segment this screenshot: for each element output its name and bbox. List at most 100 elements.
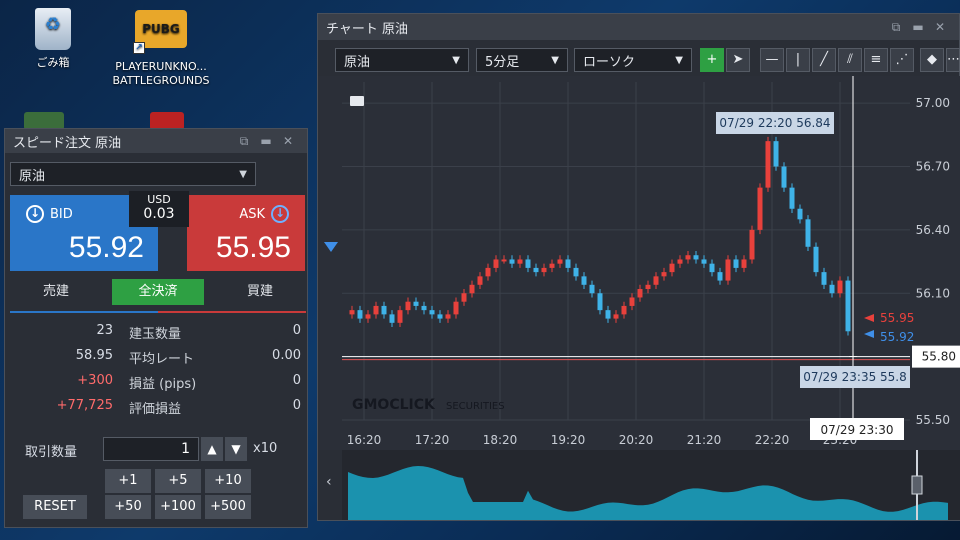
stat-row: +300 損益 (pips) 0 [5,369,309,394]
qty-up-button[interactable]: ▲ [201,437,223,461]
qty-input[interactable]: 1 [103,437,199,461]
candle-body [837,280,843,294]
candle-body [525,259,531,268]
reset-button[interactable]: RESET [23,495,87,519]
chevron-down-icon: ▼ [231,442,241,456]
spread-value: 0.03 [143,206,175,222]
increment-button[interactable]: +500 [205,495,251,519]
chart-titlebar[interactable]: チャート 原油 ⧉ ▬ ✕ [318,14,959,40]
candle-body [741,259,747,268]
stat-row: 58.95 平均レート 0.00 [5,344,309,369]
candle-body [773,141,779,167]
stat-left: 58.95 [75,348,113,363]
stat-label: 評価損益 [129,402,182,417]
navigator-grip-icon[interactable] [911,475,923,495]
candle-body [845,280,851,332]
candle-body [389,314,395,323]
channel-tool-button[interactable]: ⫽ [838,48,862,72]
tab-buy[interactable]: 買建 [214,279,306,305]
fib-fan-button[interactable]: ⋰ [890,48,914,72]
candle-body [461,293,467,302]
candle-body [645,284,651,290]
candlestick-chart[interactable]: 57.00 56.70 56.40 56.10 55.80 55.50 16:20 17:20… [318,76,960,450]
close-icon[interactable]: ✕ [929,20,951,34]
symbol-select[interactable]: 原油 ▼ [10,162,256,186]
minimize-icon[interactable]: ▬ [255,134,277,148]
candle-body [621,305,627,315]
hline-tool-button[interactable]: — [760,48,784,72]
candle-body [781,166,787,188]
stat-label: 損益 (pips) [129,377,197,392]
close-icon[interactable]: ✕ [277,134,299,148]
candle-body [565,259,571,268]
pubg-shortcut-icon[interactable]: PUBG ↗ PLAYERUNKNO... BATTLEGROUNDS [106,10,216,88]
tab-sell[interactable]: 売建 [10,279,102,305]
tooltip-high-text: 07/29 22:20 56.84 [719,116,830,130]
comment-icon[interactable] [350,96,364,106]
stat-right: 0 [292,373,301,388]
tooltip-cursor-text: 07/29 23:35 55.8 [803,370,907,384]
candle-body [717,272,723,281]
popout-icon[interactable]: ⧉ [233,134,255,149]
eraser-tool-button[interactable]: ◆ [920,48,944,72]
spread-unit: USD [147,193,171,206]
ask-button[interactable]: ASK ↓ 55.95 [187,195,305,271]
candle-body [557,259,563,264]
speed-order-window: スピード注文 原油 ⧉ ▬ ✕ 原油 ▼ ↓ BID 55.92 USD 0.03… [4,128,308,528]
candle-body [381,305,387,315]
fib-retracement-button[interactable]: ≡ [864,48,888,72]
crosshair-tool-button[interactable]: + [700,48,724,72]
candle-body [821,272,827,285]
increment-button[interactable]: +10 [205,469,251,493]
interval-select[interactable]: 5分足 ▼ [476,48,568,72]
chart-title: チャート 原油 [326,21,409,37]
chart-style-select[interactable]: ローソク ▼ [574,48,692,72]
speed-order-titlebar[interactable]: スピード注文 原油 ⧉ ▬ ✕ [5,129,307,153]
qty-down-button[interactable]: ▼ [225,437,247,461]
candle-body [477,276,483,285]
speed-order-title: スピード注文 原油 [13,135,122,151]
candle-body [829,284,835,294]
chart-navigator[interactable]: ‹ [318,450,960,520]
increment-button[interactable]: +50 [105,495,151,519]
candle-body [709,263,715,273]
trendline-tool-button[interactable]: ╱ [812,48,836,72]
chevron-down-icon: ▼ [452,54,460,66]
chevron-left-icon: ‹ [326,474,332,490]
candle-body [653,276,659,285]
chart-symbol-select[interactable]: 原油 ▼ [335,48,469,72]
recycle-bin-label: ごみ箱 [36,56,70,69]
stat-label: 平均レート [129,352,195,367]
vline-tool-button[interactable]: | [786,48,810,72]
increment-button[interactable]: +100 [155,495,201,519]
more-tools-button[interactable]: ⋯ [946,48,960,72]
pointer-tool-button[interactable]: ➤ [726,48,750,72]
x-tick-label: 21:20 [687,433,722,447]
candle-body [421,305,427,311]
tab-divider [10,311,306,313]
x-tick-label: 16:20 [347,433,382,447]
candle-body [501,259,507,262]
recycle-bin-icon[interactable]: ごみ箱 [18,8,88,70]
ask-label: ASK [239,206,265,222]
candle-body [349,310,355,315]
increment-button[interactable]: +5 [155,469,201,493]
increment-button[interactable]: +1 [105,469,151,493]
minimize-icon[interactable]: ▬ [907,20,929,34]
candle-body [453,301,459,315]
ask-price: 55.95 [215,231,291,264]
y-tick-label: 56.40 [916,223,950,237]
pubg-logo: PUBG ↗ [133,10,187,54]
candle-body [357,310,363,319]
candle-body [733,259,739,268]
stat-left: +77,725 [56,398,113,413]
chevron-down-icon: ▼ [239,168,247,180]
bid-price: 55.92 [68,231,144,264]
tab-close-all[interactable]: 全決済 [112,279,204,305]
popout-icon[interactable]: ⧉ [885,20,907,35]
stat-right: 0 [292,323,301,338]
x-tick-label: 22:20 [755,433,790,447]
candle-body [469,284,475,294]
candle-body [541,267,547,273]
crosshair-marker: + [848,350,858,364]
